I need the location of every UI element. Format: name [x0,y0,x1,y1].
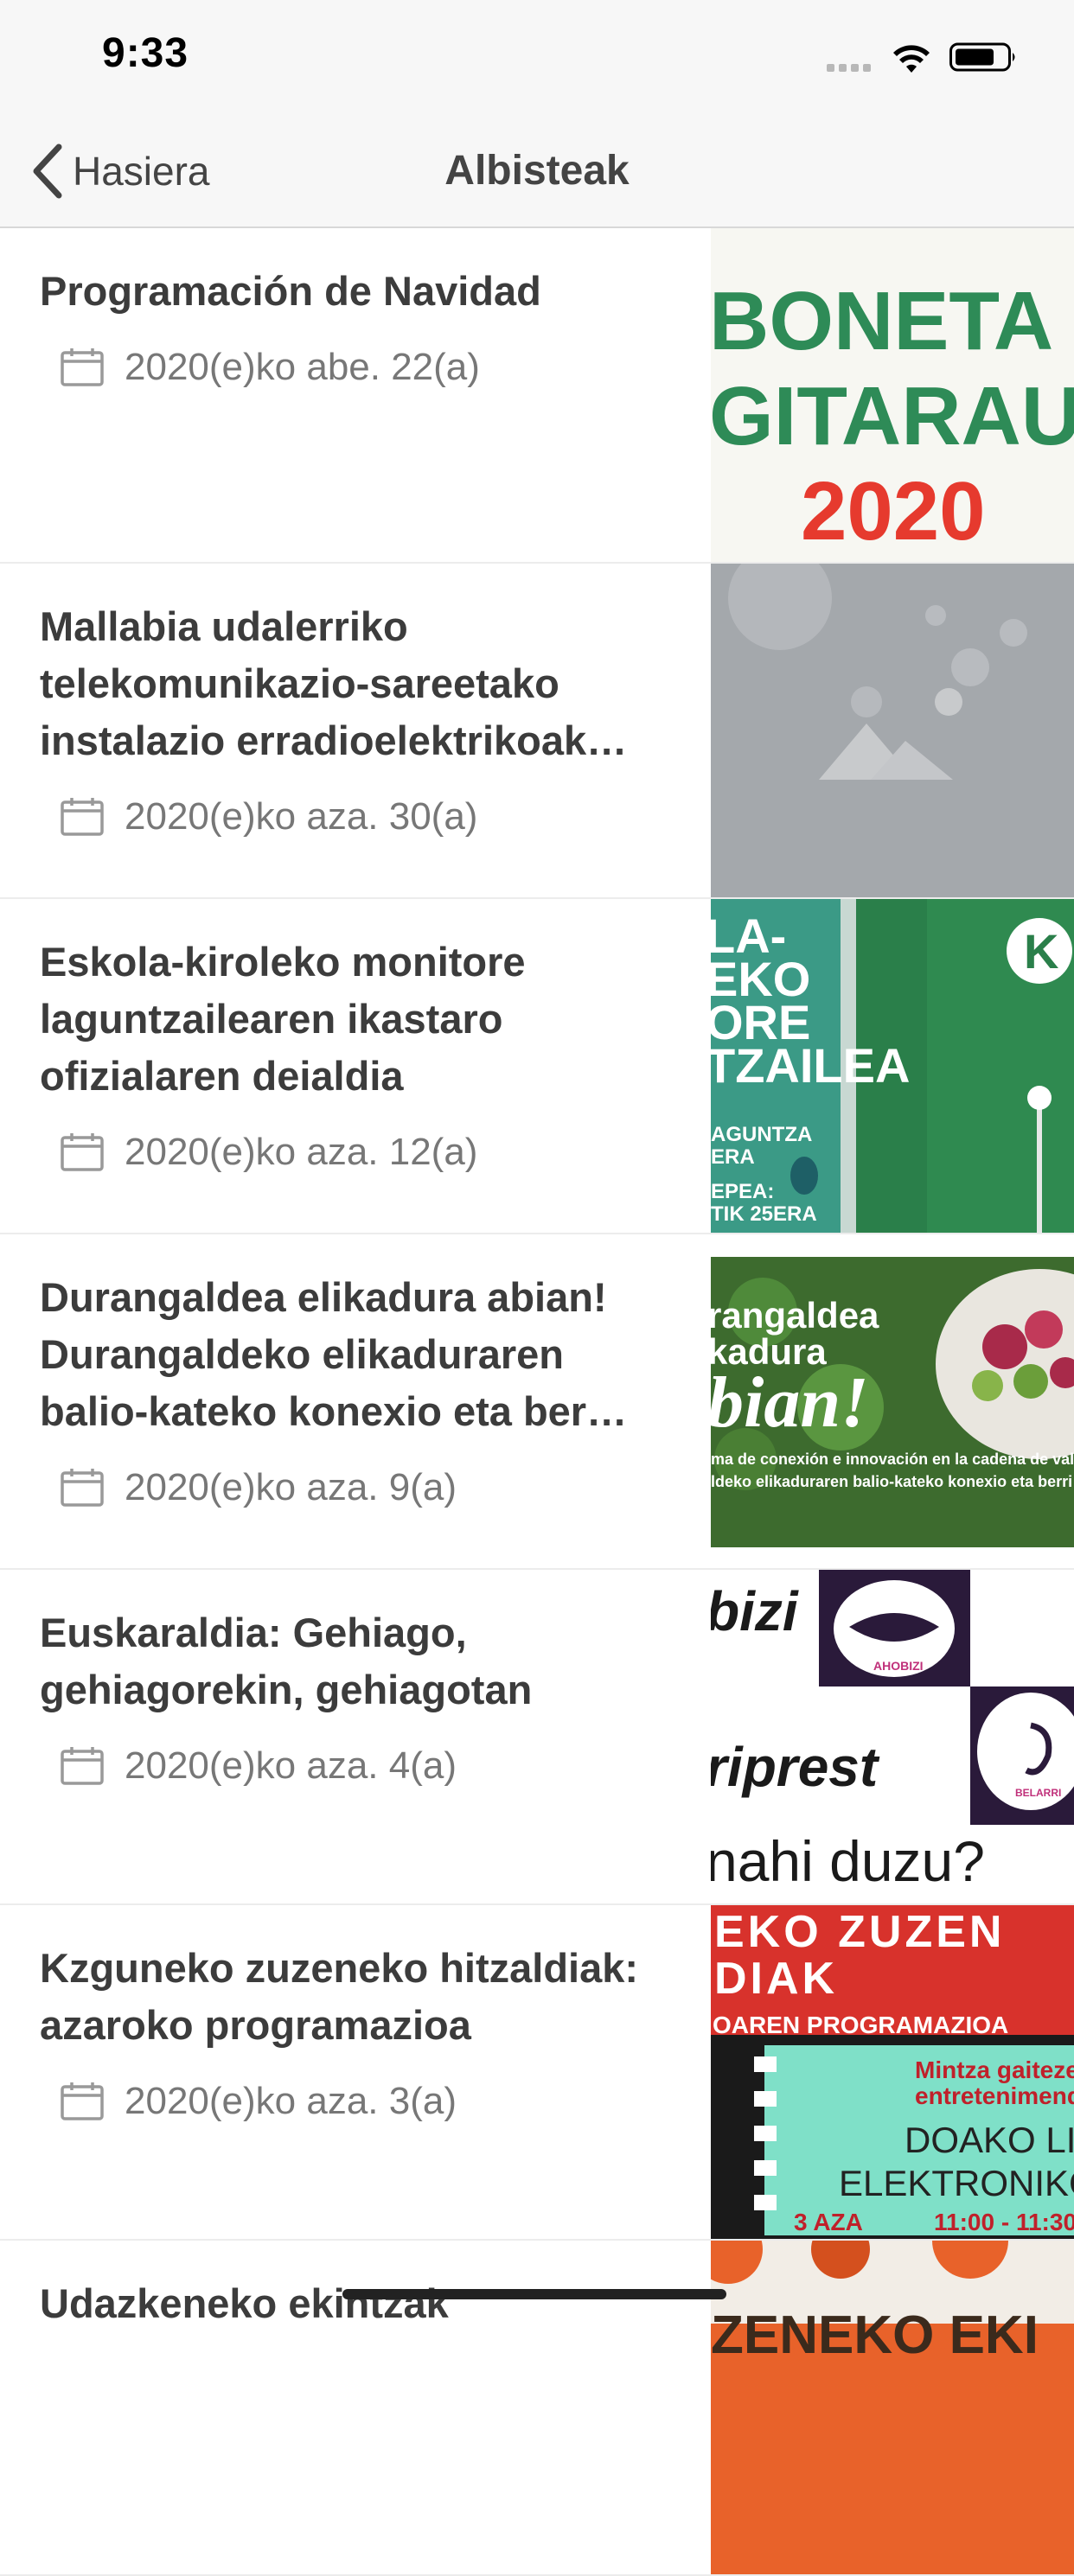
news-date: 2020(e)ko aza. 9(a) [59,1466,680,1509]
thumb-text: bizi [711,1580,799,1642]
thumb-text: nahi duzu? [711,1829,985,1893]
wifi-icon [893,45,930,73]
image-placeholder-icon [711,564,1074,897]
thumbnail-image: ZENEKO EKI [711,2241,1074,2574]
calendar-icon [61,2082,104,2120]
news-thumbnail: K LA- EKO ORE TZAILEA AGUNTZA ERA EPEA: … [711,899,1074,1233]
thumb-text: AHOBIZI [873,1659,924,1673]
news-title: Mallabia udalerriko telekomunikazio-sare… [40,603,628,763]
news-thumbnail: ZENEKO EKI [711,2241,1074,2574]
news-item[interactable]: Programación de Navidad 2020(e)ko abe. 2… [0,228,1074,564]
thumb-text: BONETA [711,275,1053,367]
thumbnail-image: AHOBIZI BELARRI bizi riprest nahi duzu? [711,1570,1074,1903]
news-title: Eskola-kiroleko monitore laguntzailearen… [40,939,526,1099]
news-thumbnail: EKO ZUZEN DIAK OAREN PROGRAMAZIOA Mintza… [711,1905,1074,2239]
news-date-text: 2020(e)ko aza. 30(a) [125,795,478,838]
thumb-text: ma de conexión e innovación en la cadena… [711,1451,1074,1468]
status-time: 9:33 [102,30,189,76]
thumb-text: ERA [711,1145,755,1169]
news-thumbnail: AHOBIZI BELARRI bizi riprest nahi duzu? [711,1570,1074,1903]
news-item[interactable]: Durangaldea elikadura abian! Durangaldek… [0,1234,1074,1570]
thumb-text: rangaldea [711,1295,879,1336]
news-date: 2020(e)ko aza. 4(a) [59,1744,680,1788]
news-item[interactable]: Mallabia udalerriko telekomunikazio-sare… [0,564,1074,899]
news-title: Udazkeneko ekintzak [40,2280,449,2326]
news-date: 2020(e)ko aza. 3(a) [59,2080,680,2123]
calendar-icon [61,1133,104,1171]
thumbnail-image: K LA- EKO ORE TZAILEA AGUNTZA ERA EPEA: … [711,899,1074,1233]
news-date-text: 2020(e)ko aza. 3(a) [125,2080,457,2122]
news-date: 2020(e)ko aza. 30(a) [59,795,680,838]
thumb-text: DOAKO LIBU [905,2120,1074,2160]
news-date-text: 2020(e)ko aza. 12(a) [125,1131,478,1173]
news-date: 2020(e)ko abe. 22(a) [59,346,680,389]
news-item[interactable]: Eskola-kiroleko monitore laguntzailearen… [0,899,1074,1234]
news-title: Euskaraldia: Gehiago, gehiagorekin, gehi… [40,1610,533,1712]
thumb-text: 2020 [801,465,986,558]
svg-text:K: K [1024,924,1058,979]
thumb-text: ELEKTRONIKOAK [839,2163,1074,2203]
thumbnail-image: BONETA GITARAU 2020 [711,228,1074,562]
news-title: Kzguneko zuzeneko hitzaldiak: azaroko pr… [40,1945,639,2048]
thumb-text: entretenimenduar [915,2082,1074,2109]
thumbnail-image: rangaldea kadura bian! ma de conexión e … [711,1234,1074,1568]
thumb-text: TIK 25ERA [711,1202,817,1226]
news-title: Programación de Navidad [40,268,541,314]
news-thumbnail: rangaldea kadura bian! ma de conexión e … [711,1234,1074,1568]
news-item[interactable]: Kzguneko zuzeneko hitzaldiak: azaroko pr… [0,1905,1074,2241]
navigation-bar: Hasiera Albisteak [0,114,1074,228]
status-bar: 9:33 [0,0,1074,114]
news-date: 2020(e)ko aza. 12(a) [59,1131,680,1174]
news-thumbnail [711,564,1074,897]
thumb-text: ZENEKO EKI [711,2305,1039,2365]
news-date-text: 2020(e)ko aza. 4(a) [125,1744,457,1787]
page-title: Albisteak [444,148,630,194]
calendar-icon [61,1747,104,1785]
thumb-text: DIAK [714,1954,838,2004]
calendar-icon [61,348,104,386]
news-item[interactable]: Euskaraldia: Gehiago, gehiagorekin, gehi… [0,1570,1074,1905]
thumb-text: BELARRI [1015,1787,1061,1799]
thumb-text: Mintza gaitezen [915,2056,1074,2083]
news-thumbnail: BONETA GITARAU 2020 [711,228,1074,562]
thumb-text: EPEA: [711,1180,774,1203]
thumb-text: OAREN PROGRAMAZIOA [713,2012,1008,2038]
news-title: Durangaldea elikadura abian! Durangaldek… [40,1274,628,1434]
thumb-text: GITARAU [711,370,1074,462]
thumb-text: EKO ZUZEN [714,1907,1005,1957]
thumb-text: 3 AZA [794,2209,863,2235]
news-date-text: 2020(e)ko aza. 9(a) [125,1466,457,1508]
home-indicator[interactable] [342,2289,726,2299]
thumbnail-image: EKO ZUZEN DIAK OAREN PROGRAMAZIOA Mintza… [711,1905,1074,2239]
thumb-text: 11:00 - 11:30 [934,2209,1074,2235]
battery-icon [949,42,1015,72]
calendar-icon [61,1469,104,1507]
thumb-text: bian! [711,1362,869,1443]
thumb-text: AGUNTZA [711,1123,812,1146]
thumb-text: TZAILEA [711,1038,910,1093]
calendar-icon [61,798,104,836]
news-date-text: 2020(e)ko abe. 22(a) [125,346,480,388]
cellular-signal-icon [827,61,875,76]
thumb-text: ldeko elikaduraren balio-kateko konexio … [711,1473,1072,1490]
thumb-text: riprest [711,1736,880,1798]
